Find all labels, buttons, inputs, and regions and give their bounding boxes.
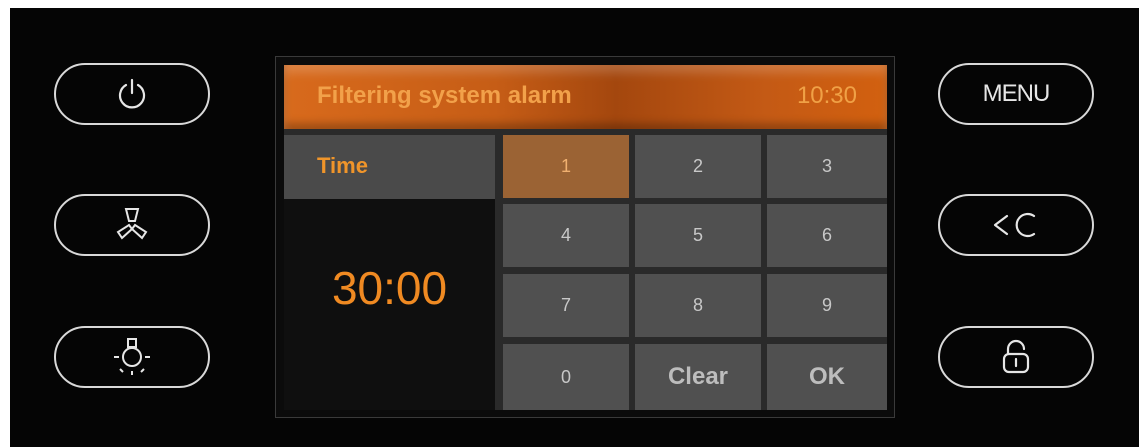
key-9[interactable]: 9 [767, 274, 887, 337]
key-5[interactable]: 5 [635, 204, 761, 267]
power-button[interactable] [54, 63, 210, 125]
time-value: 30:00 [331, 262, 448, 314]
key-0[interactable]: 0 [503, 344, 629, 410]
time-panel: Time 30:00 [284, 135, 495, 410]
clock: 10:30 [796, 82, 857, 109]
key-3[interactable]: 3 [767, 135, 887, 198]
control-panel: Filtering system alarm 10:30 Time 30:00 … [10, 8, 1139, 447]
clear-button[interactable]: Clear [635, 344, 761, 410]
title-bar: Filtering system alarm 10:30 [284, 65, 887, 129]
screen-title: Filtering system alarm [317, 82, 572, 109]
time-label: Time [317, 153, 368, 178]
key-2[interactable]: 2 [635, 135, 761, 198]
fan-icon [116, 208, 148, 240]
back-clear-button[interactable] [938, 194, 1094, 256]
lock-icon [1002, 339, 1030, 374]
display-screen: Filtering system alarm 10:30 Time 30:00 … [284, 65, 887, 410]
light-button[interactable] [54, 326, 210, 388]
back-clear-icon [993, 212, 1036, 238]
key-4[interactable]: 4 [503, 204, 629, 267]
light-bulb-icon [114, 338, 150, 375]
display-frame: Filtering system alarm 10:30 Time 30:00 … [275, 56, 895, 418]
key-8[interactable]: 8 [635, 274, 761, 337]
key-7[interactable]: 7 [503, 274, 629, 337]
key-6[interactable]: 6 [767, 204, 887, 267]
menu-button[interactable]: MENU [938, 63, 1094, 125]
key-1[interactable]: 1 [503, 135, 629, 198]
menu-label: MENU [982, 80, 1051, 107]
power-icon [118, 78, 146, 109]
time-label-box: Time [284, 135, 495, 199]
lock-button[interactable] [938, 326, 1094, 388]
fan-button[interactable] [54, 194, 210, 256]
ok-button[interactable]: OK [767, 344, 887, 410]
